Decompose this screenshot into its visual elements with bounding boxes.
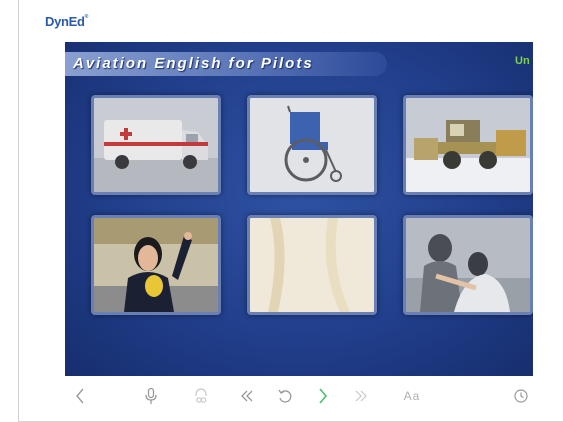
fast-forward-button[interactable] bbox=[349, 384, 373, 408]
woman-megaphone-image bbox=[94, 218, 218, 312]
timer-button[interactable] bbox=[509, 384, 533, 408]
microphone-icon bbox=[145, 387, 157, 404]
thumbnail-ambulance[interactable] bbox=[91, 95, 221, 195]
control-bar: Aa bbox=[19, 376, 563, 421]
logo-mark: ® bbox=[84, 14, 89, 20]
lesson-title-banner: Aviation English for Pilots bbox=[65, 52, 387, 76]
fast-forward-icon bbox=[355, 390, 367, 402]
person-helping-image bbox=[406, 218, 530, 312]
playback-button[interactable] bbox=[189, 384, 213, 408]
dyned-logo: DynEd® bbox=[45, 14, 88, 29]
lesson-title: Aviation English for Pilots bbox=[73, 55, 314, 72]
thumbnail-wheelchair[interactable] bbox=[247, 95, 377, 195]
frame-left-border bbox=[18, 0, 19, 422]
lesson-stage: Aviation English for Pilots Un bbox=[65, 42, 533, 376]
wheelchair-image bbox=[250, 98, 374, 192]
logo-text: DynEd bbox=[45, 14, 85, 29]
next-button[interactable] bbox=[311, 384, 335, 408]
chevron-left-icon bbox=[76, 388, 84, 404]
text-size-button[interactable]: Aa bbox=[397, 384, 427, 408]
rewind-icon bbox=[241, 390, 253, 402]
thumbnail-megaphone[interactable] bbox=[91, 215, 221, 315]
record-button[interactable] bbox=[139, 384, 163, 408]
back-button[interactable] bbox=[69, 384, 91, 408]
text-size-icon: Aa bbox=[403, 389, 421, 403]
rewind-button[interactable] bbox=[235, 384, 259, 408]
clock-icon bbox=[514, 389, 528, 403]
thumbnail-bulldozer[interactable] bbox=[403, 95, 533, 195]
repeat-icon bbox=[278, 389, 292, 403]
unit-label: Un bbox=[515, 55, 530, 67]
chevron-right-icon bbox=[319, 388, 328, 404]
thumbnail-helping[interactable] bbox=[403, 215, 533, 315]
light-pattern-image bbox=[250, 218, 374, 312]
ear-playback-icon bbox=[195, 388, 207, 403]
ambulance-image bbox=[94, 98, 218, 192]
thumbnail-light-pattern[interactable] bbox=[247, 215, 377, 315]
bulldozer-image bbox=[406, 98, 530, 192]
repeat-button[interactable] bbox=[273, 384, 297, 408]
